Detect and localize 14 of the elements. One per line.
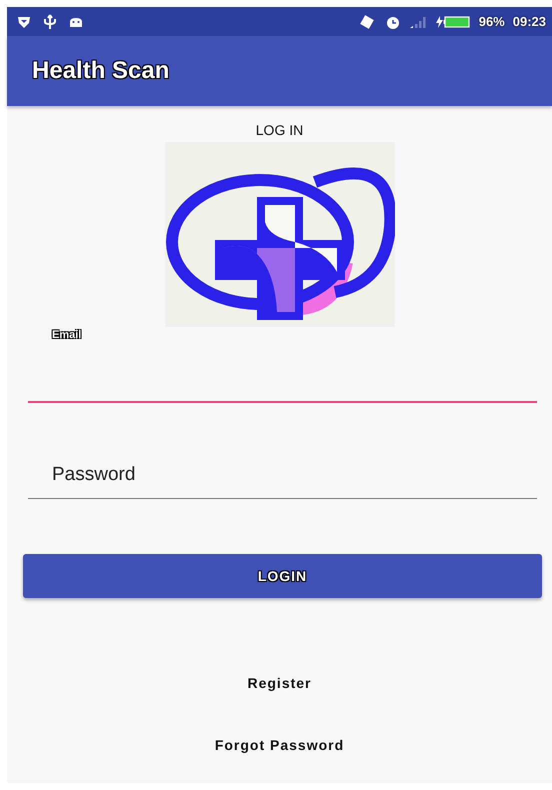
shield-icon (17, 14, 31, 28)
forgot-password-link[interactable]: Forgot Password (214, 737, 344, 753)
floating-label: Email (52, 329, 82, 341)
login-button[interactable]: LOGIN (23, 554, 542, 598)
battery-percent: 96% (478, 14, 505, 29)
clock-time: 09:23 (512, 14, 546, 29)
usb-icon (43, 14, 57, 30)
password-field[interactable]: Password (28, 464, 537, 499)
battery-charging-icon (434, 14, 471, 28)
login-heading: LOG IN (256, 122, 304, 138)
register-link[interactable]: Register (247, 675, 312, 691)
app-title: Health Scan (32, 57, 170, 85)
signal-icon (408, 14, 427, 28)
android-icon (69, 16, 83, 28)
